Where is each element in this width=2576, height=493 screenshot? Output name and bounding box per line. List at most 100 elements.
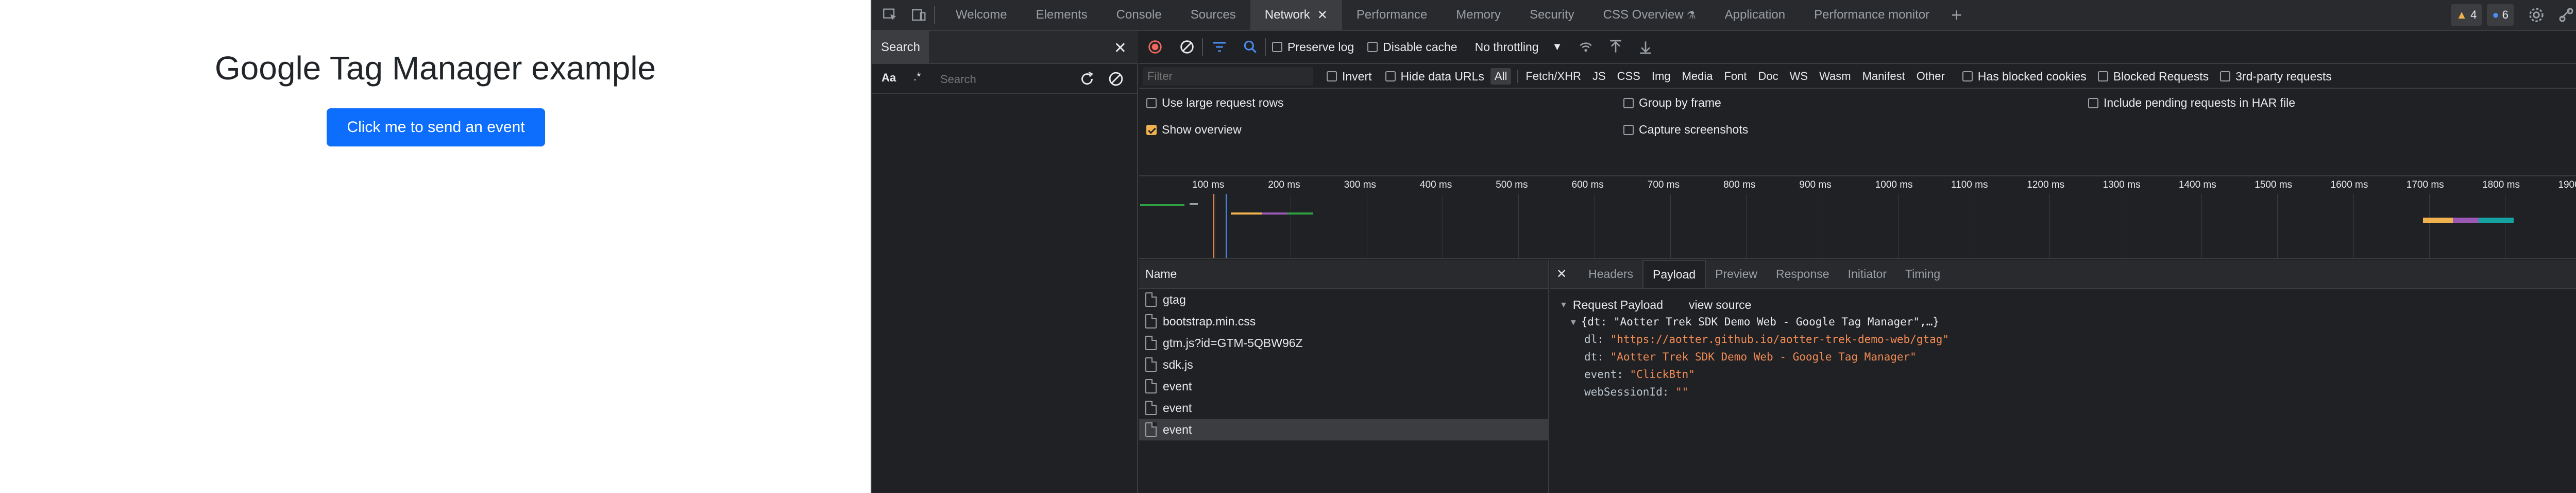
tab-memory[interactable]: Memory bbox=[1442, 0, 1515, 30]
network-conditions-icon[interactable] bbox=[1578, 39, 1594, 55]
tab-response[interactable]: Response bbox=[1767, 260, 1839, 288]
export-har-icon[interactable] bbox=[1637, 39, 1654, 55]
request-bar bbox=[1190, 203, 1198, 205]
detail-tab-bar: ✕ Headers Payload Preview Response Initi… bbox=[1550, 260, 2576, 289]
type-filter-other[interactable]: Other bbox=[1912, 68, 1949, 85]
preserve-log-checkbox[interactable] bbox=[1272, 42, 1282, 52]
type-filter-doc[interactable]: Doc bbox=[1754, 68, 1783, 85]
type-filter-font[interactable]: Font bbox=[1720, 68, 1751, 85]
tab-network[interactable]: Network ✕ bbox=[1250, 0, 1342, 30]
inspect-element-icon[interactable] bbox=[882, 6, 899, 24]
invert-label: Invert bbox=[1342, 69, 1372, 83]
payload-key: dl: bbox=[1584, 333, 1604, 346]
close-icon[interactable]: ✕ bbox=[1556, 267, 1567, 282]
invert-checkbox[interactable] bbox=[1327, 71, 1337, 81]
request-row[interactable]: event bbox=[1139, 397, 1548, 419]
warnings-badge[interactable]: ▲ 4 bbox=[2451, 4, 2482, 26]
throttling-select[interactable]: No throttling ▼ bbox=[1475, 40, 1563, 54]
blocked-requests-checkbox[interactable] bbox=[2097, 71, 2108, 81]
type-filter-all[interactable]: All bbox=[1490, 68, 1512, 85]
payload-field: dt: "Aotter Trek SDK Demo Web - Google T… bbox=[1584, 351, 1917, 363]
request-row[interactable]: gtag bbox=[1139, 289, 1548, 310]
throttling-value: No throttling bbox=[1475, 40, 1539, 54]
has-blocked-cookies-checkbox[interactable] bbox=[1962, 71, 1973, 81]
clear-icon[interactable] bbox=[1178, 38, 1196, 56]
request-bar bbox=[2423, 218, 2453, 223]
tab-css-overview[interactable]: CSS Overview ⚗ bbox=[1589, 0, 1710, 30]
type-filter-js[interactable]: JS bbox=[1588, 68, 1610, 85]
filter-bar: Invert Hide data URLs All Fetch/XHR JS C… bbox=[1139, 65, 2576, 89]
tab-timing[interactable]: Timing bbox=[1896, 260, 1950, 288]
clear-icon[interactable] bbox=[1106, 69, 1126, 89]
disable-cache-checkbox[interactable] bbox=[1367, 42, 1378, 52]
network-overview-timeline[interactable]: 100 ms 200 ms 300 ms 400 ms 500 ms 600 ms 700 … bbox=[1139, 176, 2576, 259]
third-party-requests-label: 3rd-party requests bbox=[2235, 69, 2332, 83]
hide-data-urls-checkbox[interactable] bbox=[1385, 71, 1396, 81]
tab-application[interactable]: Application bbox=[1710, 0, 1800, 30]
tab-payload[interactable]: Payload bbox=[1642, 260, 1706, 288]
tab-security[interactable]: Security bbox=[1515, 0, 1589, 30]
timeline-tick-label: 300 ms bbox=[1344, 179, 1376, 190]
close-icon[interactable]: ✕ bbox=[1114, 39, 1127, 57]
payload-object-summary[interactable]: ▼ {dt: "Aotter Trek SDK Demo Web - Googl… bbox=[1571, 316, 1939, 328]
match-case-button[interactable]: Aa bbox=[882, 71, 896, 85]
devtools: Welcome Elements Console Sources Network… bbox=[872, 0, 2576, 493]
type-filter-wasm[interactable]: Wasm bbox=[1815, 68, 1855, 85]
close-icon[interactable]: ✕ bbox=[1317, 8, 1328, 23]
device-toolbar-icon[interactable] bbox=[910, 6, 928, 24]
gear-icon[interactable] bbox=[2527, 6, 2546, 24]
type-filter-ws[interactable]: WS bbox=[1786, 68, 1812, 85]
use-large-rows-checkbox[interactable] bbox=[1146, 97, 1157, 108]
import-har-icon[interactable] bbox=[1607, 39, 1624, 55]
flask-icon: ⚗ bbox=[1686, 9, 1696, 21]
add-tab-icon[interactable]: + bbox=[1951, 4, 1962, 26]
tab-sources[interactable]: Sources bbox=[1176, 0, 1250, 30]
tab-preview[interactable]: Preview bbox=[1706, 260, 1767, 288]
tab-headers[interactable]: Headers bbox=[1579, 260, 1642, 288]
issues-badge[interactable]: ● 6 bbox=[2487, 4, 2514, 26]
network-toolbar: Preserve log Disable cache No throttling… bbox=[1139, 31, 2576, 64]
name-column-header[interactable]: Name bbox=[1139, 260, 1548, 289]
timeline-tick-label: 500 ms bbox=[1496, 179, 1528, 190]
tab-initiator[interactable]: Initiator bbox=[1839, 260, 1896, 288]
view-source-link[interactable]: view source bbox=[1689, 298, 1751, 312]
group-by-frame-checkbox[interactable] bbox=[1623, 97, 1634, 108]
show-overview-checkbox[interactable] bbox=[1146, 124, 1157, 135]
filter-input[interactable] bbox=[1143, 67, 1313, 86]
record-icon[interactable] bbox=[1146, 38, 1164, 56]
document-icon bbox=[1145, 314, 1157, 328]
filter-icon[interactable] bbox=[1211, 39, 1228, 55]
search-icon[interactable] bbox=[1242, 39, 1259, 55]
search-toolbar: Aa .* bbox=[872, 65, 1138, 94]
tab-performance[interactable]: Performance bbox=[1342, 0, 1442, 30]
request-row[interactable]: gtm.js?id=GTM-5QBW96Z bbox=[1139, 332, 1548, 354]
regex-button[interactable]: .* bbox=[913, 70, 921, 84]
tab-search[interactable]: Search bbox=[872, 31, 929, 64]
request-bar bbox=[2479, 218, 2514, 223]
tab-console[interactable]: Console bbox=[1102, 0, 1176, 30]
issues-count: 6 bbox=[2502, 8, 2509, 21]
request-row-selected[interactable]: event bbox=[1139, 419, 1548, 440]
tab-css-overview-label: CSS Overview bbox=[1603, 8, 1684, 22]
type-filter-img[interactable]: Img bbox=[1648, 68, 1675, 85]
issue-icon: ● bbox=[2492, 8, 2499, 21]
capture-screenshots-checkbox[interactable] bbox=[1623, 124, 1634, 135]
tab-performance-monitor[interactable]: Performance monitor bbox=[1800, 0, 1944, 30]
request-row[interactable]: sdk.js bbox=[1139, 354, 1548, 375]
type-filter-manifest[interactable]: Manifest bbox=[1858, 68, 1909, 85]
include-pending-checkbox[interactable] bbox=[2088, 97, 2098, 108]
type-filter-fetch-xhr[interactable]: Fetch/XHR bbox=[1521, 68, 1585, 85]
send-event-button[interactable]: Click me to send an event bbox=[327, 108, 545, 146]
refresh-icon[interactable] bbox=[1077, 69, 1097, 89]
remote-devices-icon[interactable] bbox=[2557, 6, 2575, 24]
timeline-tick-label: 1800 ms bbox=[2482, 179, 2520, 190]
request-row[interactable]: bootstrap.min.css bbox=[1139, 310, 1548, 332]
search-input[interactable] bbox=[940, 69, 1069, 90]
tab-elements[interactable]: Elements bbox=[1022, 0, 1102, 30]
type-filter-css[interactable]: CSS bbox=[1613, 68, 1645, 85]
request-row[interactable]: event bbox=[1139, 375, 1548, 397]
payload-section-header[interactable]: ▼ Request Payload view source bbox=[1560, 298, 1751, 312]
tab-welcome[interactable]: Welcome bbox=[941, 0, 1022, 30]
type-filter-media[interactable]: Media bbox=[1678, 68, 1717, 85]
third-party-requests-checkbox[interactable] bbox=[2220, 71, 2231, 81]
